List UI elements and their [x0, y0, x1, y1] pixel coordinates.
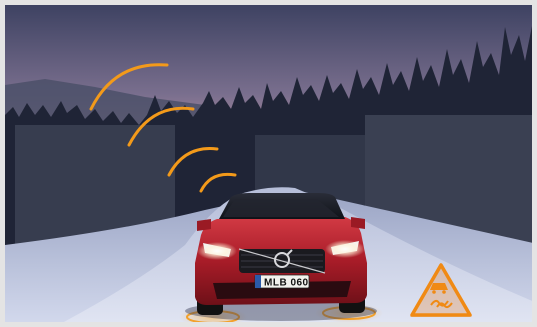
photo-frame: MLB 060 — [0, 0, 537, 327]
winter-road-photo: MLB 060 — [5, 5, 532, 322]
license-plate: MLB 060 — [254, 274, 310, 289]
license-plate-text: MLB 060 — [264, 278, 309, 289]
